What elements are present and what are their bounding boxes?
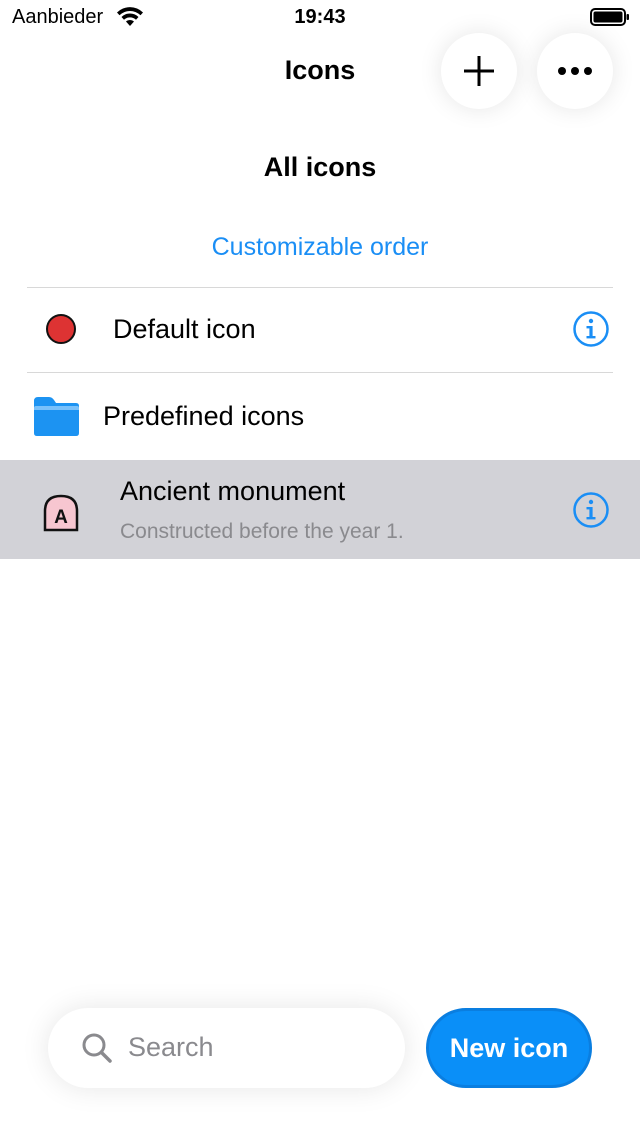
add-button[interactable] bbox=[441, 33, 517, 109]
row-subtitle: Constructed before the year 1. bbox=[120, 520, 404, 543]
info-icon[interactable] bbox=[572, 310, 610, 348]
search-input[interactable]: Search bbox=[48, 1008, 405, 1088]
battery-icon bbox=[590, 8, 629, 26]
new-icon-button[interactable]: New icon bbox=[426, 1008, 592, 1088]
row-label: Ancient monument bbox=[120, 476, 346, 506]
list-item-ancient-monument[interactable]: A Ancient monument Constructed before th… bbox=[0, 460, 640, 559]
folder-icon bbox=[34, 397, 79, 436]
ellipsis-icon bbox=[558, 67, 592, 75]
more-button[interactable] bbox=[537, 33, 613, 109]
plus-icon bbox=[464, 56, 494, 86]
section-title: All icons bbox=[263, 152, 377, 182]
clock-time: 19:43 bbox=[294, 6, 346, 28]
row-label: Predefined icons bbox=[103, 401, 305, 431]
status-bar: Aanbieder 19:43 bbox=[0, 0, 640, 36]
list-item-default-icon[interactable]: Default icon bbox=[0, 288, 640, 372]
search-placeholder: Search bbox=[128, 1032, 214, 1062]
customizable-order-link[interactable]: Customizable order bbox=[0, 233, 640, 262]
search-icon bbox=[82, 1033, 112, 1063]
row-label: Default icon bbox=[113, 314, 256, 344]
monument-icon: A bbox=[43, 494, 79, 532]
red-dot-icon bbox=[46, 314, 76, 344]
monument-letter: A bbox=[54, 507, 68, 528]
list-item-predefined-icons[interactable]: Predefined icons bbox=[0, 373, 640, 459]
info-icon[interactable] bbox=[572, 491, 610, 529]
